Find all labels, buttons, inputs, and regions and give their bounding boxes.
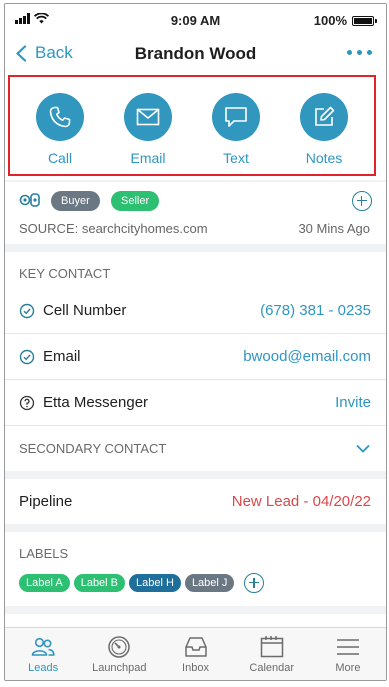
chat-icon [225, 107, 247, 127]
call-label: Call [47, 150, 73, 166]
tab-leads[interactable]: Leads [5, 628, 81, 680]
notes-label: Notes [305, 150, 343, 166]
email-value[interactable]: bwood@email.com [243, 348, 371, 365]
tab-leads-label: Leads [28, 662, 59, 674]
add-label-button[interactable] [244, 573, 265, 593]
add-tag-button[interactable] [352, 191, 372, 211]
quick-actions-highlight: Call Email Text Notes [8, 75, 376, 176]
text-label: Text [223, 150, 249, 166]
email-circle [124, 93, 172, 141]
email-row[interactable]: Email bwood@email.com [5, 333, 386, 379]
tab-inbox[interactable]: Inbox [157, 628, 233, 680]
cell-number-value[interactable]: (678) 381 - 0235 [260, 302, 371, 319]
battery-status: 100% [313, 13, 377, 28]
tab-calendar-label: Calendar [249, 662, 295, 674]
key-contact-card: KEY CONTACT Cell Number (678) 381 - 0235… [5, 252, 386, 471]
dot-icon [357, 50, 362, 55]
buyer-tag[interactable]: Buyer [51, 191, 100, 211]
phone-icon [49, 106, 71, 128]
labels-header: LABELS [19, 546, 69, 561]
source-text: SOURCE: searchcityhomes.com [19, 221, 208, 236]
labels-list: Label A Label B Label H Label J [19, 573, 265, 593]
tab-calendar[interactable]: Calendar [234, 628, 310, 680]
nav-bar: Back Brandon Wood [5, 34, 386, 74]
tab-launchpad[interactable]: Launchpad [81, 628, 157, 680]
tab-more-label: More [335, 662, 361, 674]
labels-row: Label A Label B Label H Label J [5, 568, 386, 606]
secondary-contact-toggle[interactable]: SECONDARY CONTACT [5, 425, 386, 471]
mail-icon [136, 108, 160, 126]
lead-type-icon [19, 193, 40, 207]
status-bar: 9:09 AM 100% [5, 4, 386, 34]
dot-icon [347, 50, 352, 55]
secondary-contact-label: SECONDARY CONTACT [19, 441, 167, 456]
check-circle-icon [19, 303, 35, 319]
quick-actions: Call Email Text Notes [5, 74, 386, 180]
tab-launchpad-label: Launchpad [92, 662, 147, 674]
chevron-down-icon [356, 444, 370, 453]
text-circle [212, 93, 260, 141]
calendar-icon [260, 636, 283, 658]
people-icon [31, 637, 55, 656]
seller-tag[interactable]: Seller [111, 191, 160, 211]
notes-circle [300, 93, 348, 141]
tab-more[interactable]: More [310, 628, 386, 680]
page-title: Brandon Wood [134, 44, 257, 63]
email-button[interactable]: Email [113, 77, 183, 166]
email-label: Email [130, 150, 166, 166]
label-chip[interactable]: Label J [184, 574, 235, 592]
cell-number-label: Cell Number [43, 302, 127, 319]
cell-number-row[interactable]: Cell Number (678) 381 - 0235 [5, 288, 386, 333]
gauge-icon [108, 636, 131, 658]
pipeline-row[interactable]: Pipeline New Lead - 04/20/22 [5, 479, 386, 524]
pipeline-card: Pipeline New Lead - 04/20/22 [5, 479, 386, 524]
messenger-row[interactable]: Etta Messenger Invite [5, 379, 386, 425]
battery-icon [352, 15, 377, 26]
notes-button[interactable]: Notes [289, 77, 359, 166]
phone-screen: 9:09 AM 100% Back Brandon Wood Call Emai… [4, 3, 387, 681]
inbox-icon [184, 637, 207, 657]
email-field-label: Email [43, 348, 81, 365]
call-button[interactable]: Call [25, 77, 95, 166]
messenger-label: Etta Messenger [43, 394, 149, 411]
call-circle [36, 93, 84, 141]
text-button[interactable]: Text [201, 77, 271, 166]
tags-row: Buyer Seller [5, 182, 386, 218]
invite-link[interactable]: Invite [335, 394, 371, 411]
more-options-button[interactable] [347, 44, 372, 61]
pipeline-value: New Lead - 04/20/22 [231, 493, 371, 510]
labels-card: LABELS Label A Label B Label H Label J [5, 532, 386, 606]
tab-bar: Leads Launchpad Inbox Calendar More [5, 627, 386, 680]
check-circle-icon [19, 349, 35, 365]
label-chip[interactable]: Label A [19, 574, 70, 592]
edit-icon [315, 106, 335, 126]
pipeline-label: Pipeline [19, 493, 73, 510]
source-row: SOURCE: searchcityhomes.com 30 Mins Ago [5, 218, 386, 244]
label-chip[interactable]: Label H [129, 574, 181, 592]
question-circle-icon [19, 395, 35, 411]
label-chip[interactable]: Label B [73, 574, 126, 592]
key-contact-header: KEY CONTACT [19, 266, 111, 281]
source-time: 30 Mins Ago [298, 221, 370, 236]
lead-tags-card: Buyer Seller SOURCE: searchcityhomes.com… [5, 182, 386, 244]
dot-icon [367, 50, 372, 55]
tab-inbox-label: Inbox [182, 662, 209, 674]
battery-percent: 100% [313, 13, 347, 28]
menu-icon [336, 639, 359, 655]
